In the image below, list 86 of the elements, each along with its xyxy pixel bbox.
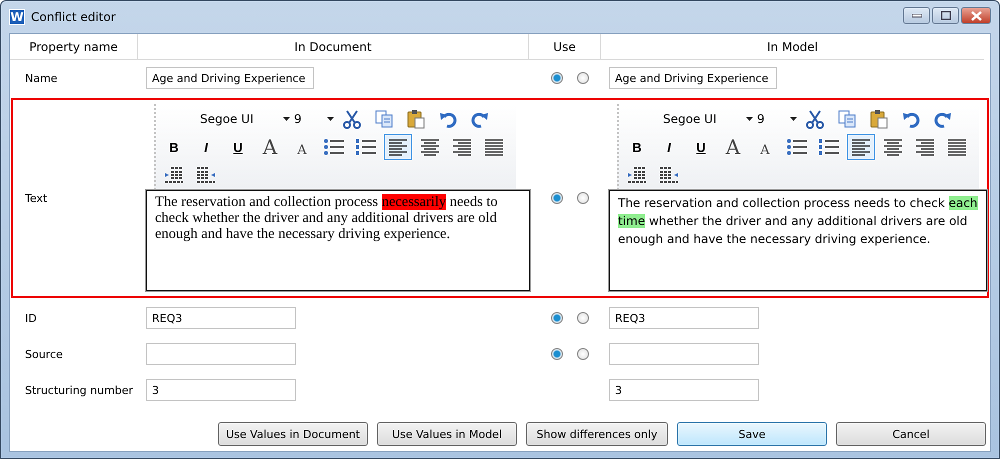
grow-font-button[interactable]: A — [719, 134, 747, 160]
close-icon — [970, 10, 982, 20]
bullet-list-icon — [786, 137, 808, 157]
align-right-icon — [914, 137, 936, 157]
indent-icon — [627, 166, 647, 184]
outdent-icon — [196, 166, 216, 184]
property-label: ID — [24, 312, 37, 324]
dialog-button[interactable]: Cancel — [836, 422, 986, 446]
property-label: Structuring number — [24, 384, 134, 396]
model-field[interactable]: Age and Driving Experience — [609, 67, 777, 89]
dialog-button[interactable]: Save — [677, 422, 827, 446]
caret-icon — [283, 117, 290, 121]
column-header: In Document — [138, 34, 529, 59]
use-radio[interactable] — [577, 312, 589, 324]
undo-icon — [439, 110, 457, 128]
copy-icon — [374, 109, 394, 129]
underline-button[interactable]: U — [687, 134, 715, 160]
italic-button[interactable]: I — [192, 134, 220, 160]
bullet-list-icon — [323, 137, 345, 157]
numbered-list-icon — [818, 137, 840, 157]
align-left-icon — [850, 137, 872, 157]
align-right-icon — [451, 137, 473, 157]
scissors-icon — [342, 109, 362, 129]
numbered-list-icon — [355, 137, 377, 157]
redo-icon — [471, 110, 489, 128]
window-title: Conflict editor — [31, 10, 117, 24]
model-field[interactable]: 3 — [609, 379, 759, 401]
font-dropdown[interactable]: Segoe UI — [623, 112, 753, 126]
underline-button[interactable]: U — [224, 134, 252, 160]
column-header: Use — [529, 34, 601, 59]
use-radio[interactable] — [577, 348, 589, 360]
document-field[interactable] — [146, 343, 296, 365]
shrink-font-button[interactable]: A — [751, 134, 779, 160]
use-radio[interactable] — [577, 72, 589, 84]
outdent-icon — [659, 166, 679, 184]
property-label: Text — [24, 192, 48, 204]
align-center-icon — [882, 137, 904, 157]
size-dropdown[interactable]: 9 — [757, 112, 797, 126]
copy-icon — [837, 109, 857, 129]
dialog-button[interactable]: Show differences only — [526, 422, 668, 446]
property-label: Source — [24, 348, 63, 360]
document-field[interactable]: 3 — [146, 379, 296, 401]
align-center-icon — [419, 137, 441, 157]
align-justify-icon — [483, 137, 505, 157]
bold-button[interactable]: B — [160, 134, 188, 160]
bold-button[interactable]: B — [623, 134, 651, 160]
rich-text-editor[interactable]: The reservation and collection process needs to check each time whether the driver and any additional drivers are old enough and have the necessary driving experience. — [609, 190, 987, 291]
caret-icon — [746, 117, 753, 121]
scissors-icon — [805, 109, 825, 129]
align-button[interactable] — [847, 134, 875, 160]
clipboard-icon — [869, 109, 889, 129]
indent-icon — [164, 166, 184, 184]
caret-icon — [790, 117, 797, 121]
model-field[interactable] — [609, 343, 759, 365]
close-button[interactable] — [961, 7, 991, 24]
minimize-button[interactable] — [903, 7, 930, 24]
align-justify-icon — [946, 137, 968, 157]
grow-font-button[interactable]: A — [256, 134, 284, 160]
caret-icon — [327, 117, 334, 121]
maximize-button[interactable] — [932, 7, 959, 24]
size-dropdown[interactable]: 9 — [294, 112, 334, 126]
maximize-icon — [940, 11, 950, 20]
align-button[interactable] — [384, 134, 412, 160]
column-header: Property name — [10, 34, 138, 59]
undo-icon — [902, 110, 920, 128]
align-left-icon — [387, 137, 409, 157]
property-label: Name — [24, 72, 58, 84]
minimize-icon — [912, 14, 922, 18]
font-dropdown[interactable]: Segoe UI — [160, 112, 290, 126]
use-radio[interactable] — [551, 312, 563, 324]
document-field[interactable]: REQ3 — [146, 307, 296, 329]
model-field[interactable]: REQ3 — [609, 307, 759, 329]
use-radio[interactable] — [551, 72, 563, 84]
use-radio[interactable] — [551, 192, 563, 204]
dialog-button[interactable]: Use Values in Model — [377, 422, 517, 446]
redo-icon — [934, 110, 952, 128]
shrink-font-button[interactable]: A — [288, 134, 316, 160]
rich-text-editor[interactable]: The reservation and collection process necessarily needs to check whether the driver and any additional drivers are old enough and have the necessary driving experience. — [146, 190, 530, 291]
document-field[interactable]: Age and Driving Experience — [146, 67, 314, 89]
dialog-button[interactable]: Use Values in Document — [218, 422, 368, 446]
use-radio[interactable] — [577, 192, 589, 204]
app-icon: W — [9, 9, 25, 25]
clipboard-icon — [406, 109, 426, 129]
italic-button[interactable]: I — [655, 134, 683, 160]
column-header: In Model — [766, 38, 819, 56]
use-radio[interactable] — [551, 348, 563, 360]
